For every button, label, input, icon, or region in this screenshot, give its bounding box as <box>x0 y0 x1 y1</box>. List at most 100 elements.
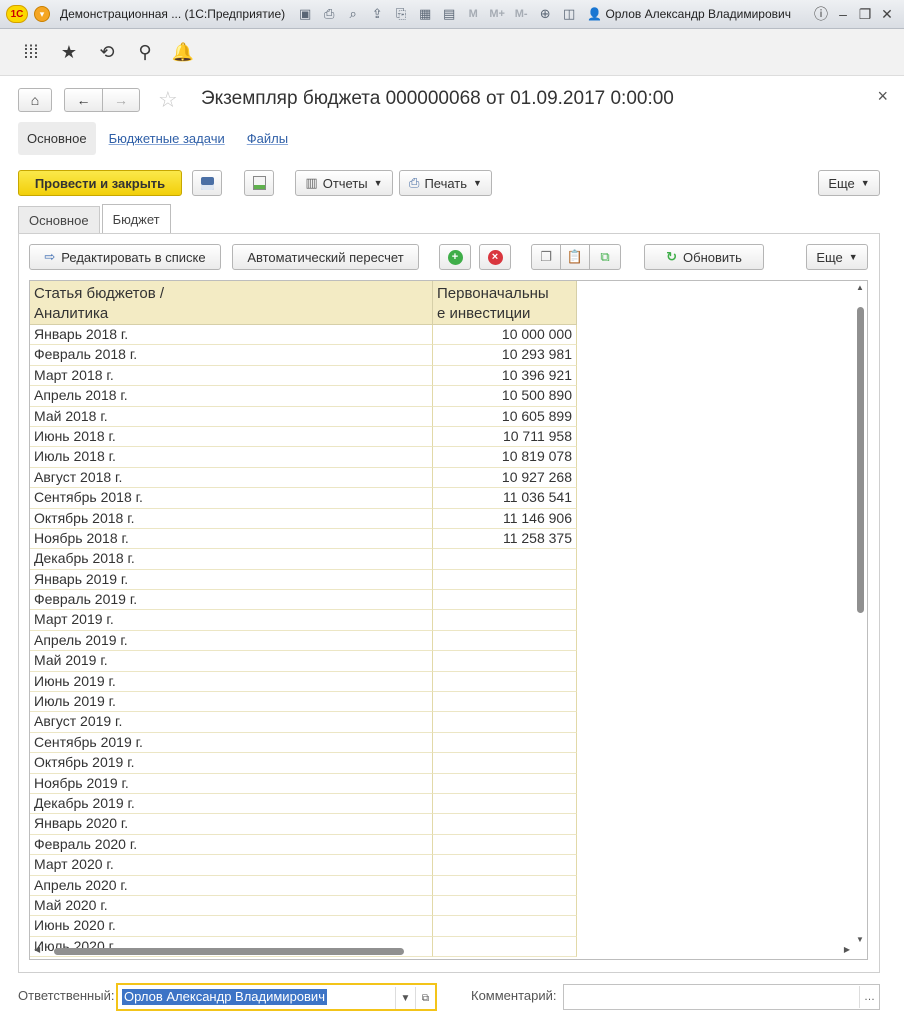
vertical-scroll-thumb[interactable] <box>857 307 864 613</box>
table-row[interactable]: Ноябрь 2018 г. 11 258 375 <box>30 528 577 550</box>
cell-initial-investments[interactable]: 11 258 375 <box>433 528 577 550</box>
table-row[interactable]: Июнь 2020 г. <box>30 916 577 937</box>
cell-article[interactable]: Июнь 2020 г. <box>30 916 433 937</box>
scroll-left-arrow-icon[interactable]: ◀ <box>34 945 40 954</box>
cell-initial-investments[interactable] <box>433 671 577 693</box>
edit-in-list-button[interactable]: ⇨ Редактировать в списке <box>29 244 221 270</box>
form-close-icon[interactable]: × <box>877 86 888 107</box>
table-row[interactable]: Сентябрь 2018 г. 11 036 541 <box>30 488 577 509</box>
table-row[interactable]: Август 2018 г. 10 927 268 <box>30 467 577 489</box>
cell-article[interactable]: Апрель 2019 г. <box>30 630 433 652</box>
table-row[interactable]: Декабрь 2018 г. <box>30 549 577 570</box>
scroll-up-arrow-icon[interactable]: ▲ <box>854 283 866 293</box>
paste-button[interactable]: 📋 <box>560 244 590 270</box>
print-icon[interactable]: ⎙ <box>319 4 339 24</box>
mode-m-label[interactable]: M <box>463 4 483 24</box>
print-button[interactable]: ⎙ Печать ▼ <box>399 170 492 196</box>
cell-article[interactable]: Август 2019 г. <box>30 712 433 733</box>
table-row[interactable]: Январь 2020 г. <box>30 814 577 835</box>
cell-article[interactable]: Октябрь 2018 г. <box>30 508 433 529</box>
auto-recalc-button[interactable]: Автоматический пересчет <box>232 244 419 270</box>
cell-article[interactable]: Март 2020 г. <box>30 855 433 876</box>
cell-initial-investments[interactable] <box>433 692 577 713</box>
calendar-icon[interactable]: ▤ <box>439 4 459 24</box>
cell-article[interactable]: Июль 2018 г. <box>30 447 433 468</box>
cell-initial-investments[interactable]: 10 396 921 <box>433 365 577 387</box>
cell-initial-investments[interactable] <box>433 753 577 774</box>
tab-budget[interactable]: Бюджет <box>101 204 171 233</box>
table-row[interactable]: Июль 2019 г. <box>30 692 577 713</box>
chevron-down-icon[interactable]: ▼ <box>395 987 415 1009</box>
save-button[interactable] <box>192 170 222 196</box>
cell-initial-investments[interactable]: 10 605 899 <box>433 406 577 427</box>
table-row[interactable]: Апрель 2019 г. <box>30 630 577 652</box>
calculator-icon[interactable]: ▦ <box>415 4 435 24</box>
comment-field[interactable]: … <box>563 984 880 1010</box>
table-row[interactable]: Февраль 2018 г. 10 293 981 <box>30 345 577 366</box>
cell-initial-investments[interactable] <box>433 590 577 611</box>
cell-initial-investments[interactable] <box>433 895 577 917</box>
cell-initial-investments[interactable] <box>433 875 577 896</box>
table-row[interactable]: Май 2019 г. <box>30 651 577 672</box>
cell-article[interactable]: Февраль 2020 г. <box>30 834 433 856</box>
cell-article[interactable]: Июль 2019 г. <box>30 692 433 713</box>
table-row[interactable]: Февраль 2020 г. <box>30 834 577 856</box>
cell-initial-investments[interactable] <box>433 732 577 754</box>
scroll-right-arrow-icon[interactable]: ▶ <box>844 945 850 954</box>
cell-initial-investments[interactable] <box>433 814 577 835</box>
save-icon[interactable]: ▣ <box>295 4 315 24</box>
app-logo-icon[interactable]: 1С <box>6 5 28 23</box>
apps-grid-icon[interactable]: ⁞⁞⁞ <box>12 37 50 67</box>
cell-article[interactable]: Январь 2018 г. <box>30 325 433 346</box>
refresh-button[interactable]: ↻ Обновить <box>644 244 764 270</box>
link-budget-tasks[interactable]: Бюджетные задачи <box>100 122 234 155</box>
more-dots-icon[interactable]: … <box>859 986 879 1008</box>
current-user[interactable]: 👤 Орлов Александр Владимирович <box>587 7 791 21</box>
cell-article[interactable]: Апрель 2020 г. <box>30 875 433 896</box>
copy-button[interactable]: ❐ <box>531 244 561 270</box>
cell-initial-investments[interactable]: 10 927 268 <box>433 467 577 489</box>
table-row[interactable]: Март 2019 г. <box>30 610 577 631</box>
history-icon[interactable]: ⟲ <box>88 37 126 67</box>
cell-article[interactable]: Февраль 2018 г. <box>30 345 433 366</box>
table-row[interactable]: Май 2018 г. 10 605 899 <box>30 406 577 427</box>
add-row-button[interactable]: + <box>439 244 471 270</box>
more-button[interactable]: Еще ▼ <box>818 170 880 196</box>
zoom-icon[interactable]: ⊕ <box>535 4 555 24</box>
cell-initial-investments[interactable]: 10 819 078 <box>433 447 577 468</box>
favorites-star-icon[interactable]: ★ <box>50 37 88 67</box>
back-button[interactable]: ← <box>64 88 102 112</box>
cell-article[interactable]: Сентябрь 2019 г. <box>30 732 433 754</box>
table-row[interactable]: Октябрь 2019 г. <box>30 753 577 774</box>
panel-icon[interactable]: ◫ <box>559 4 579 24</box>
table-row[interactable]: Май 2020 г. <box>30 895 577 917</box>
search-icon[interactable]: ⚲ <box>126 37 164 67</box>
table-row[interactable]: Апрель 2018 г. 10 500 890 <box>30 386 577 407</box>
cell-article[interactable]: Декабрь 2018 г. <box>30 549 433 570</box>
cell-article[interactable]: Март 2018 г. <box>30 365 433 387</box>
cell-article[interactable]: Май 2020 г. <box>30 895 433 917</box>
cell-initial-investments[interactable]: 11 036 541 <box>433 488 577 509</box>
scroll-down-arrow-icon[interactable]: ▼ <box>854 935 866 945</box>
attach-icon[interactable]: ⎘ <box>391 4 411 24</box>
forward-button[interactable]: → <box>102 88 140 112</box>
column-header-initial-investments[interactable]: Первоначальны е инвестиции <box>433 281 577 325</box>
upload-icon[interactable]: ⇪ <box>367 4 387 24</box>
cell-article[interactable]: Декабрь 2019 г. <box>30 793 433 815</box>
cell-article[interactable]: Май 2018 г. <box>30 406 433 427</box>
post-button[interactable] <box>244 170 274 196</box>
table-row[interactable]: Сентябрь 2019 г. <box>30 732 577 754</box>
cell-initial-investments[interactable]: 10 500 890 <box>433 386 577 407</box>
cell-initial-investments[interactable]: 10 000 000 <box>433 325 577 346</box>
cell-article[interactable]: Август 2018 г. <box>30 467 433 489</box>
cell-article[interactable]: Май 2019 г. <box>30 651 433 672</box>
panel-more-button[interactable]: Еще ▼ <box>806 244 868 270</box>
table-row[interactable]: Март 2020 г. <box>30 855 577 876</box>
preview-icon[interactable]: ⌕ <box>343 4 363 24</box>
cell-article[interactable]: Ноябрь 2018 г. <box>30 528 433 550</box>
link-main[interactable]: Основное <box>18 122 96 155</box>
cell-initial-investments[interactable]: 10 293 981 <box>433 345 577 366</box>
table-row[interactable]: Декабрь 2019 г. <box>30 793 577 815</box>
reports-button[interactable]: ▥ Отчеты ▼ <box>295 170 393 196</box>
vertical-scrollbar[interactable]: ▲ ▼ <box>854 283 866 945</box>
